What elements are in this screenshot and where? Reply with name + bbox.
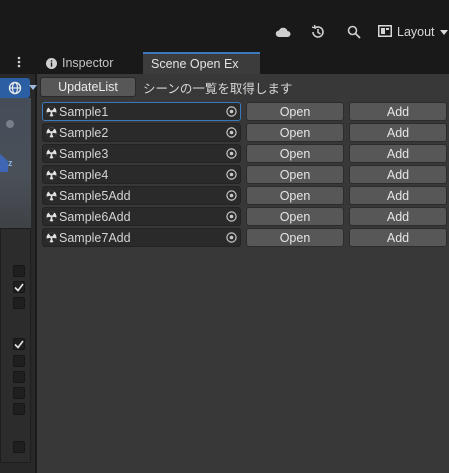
- chevron-down-icon: [29, 85, 37, 91]
- add-scene-button[interactable]: Add: [349, 123, 447, 142]
- scene-object-field[interactable]: Sample7Add: [42, 228, 241, 247]
- checkmark-icon: [14, 340, 24, 349]
- hint-text: シーンの一覧を取得します: [143, 82, 293, 96]
- scene-asset-icon: [46, 190, 57, 201]
- scene-object-field[interactable]: Sample5Add: [42, 186, 241, 205]
- add-scene-button[interactable]: Add: [349, 186, 447, 205]
- tab-scene-open-label: Scene Open Ex: [151, 57, 239, 71]
- object-picker-icon[interactable]: [226, 148, 237, 159]
- scene-row: Sample5Add Open Add: [42, 186, 447, 205]
- cloud-icon[interactable]: [273, 22, 293, 42]
- scene-name: Sample4: [59, 167, 109, 182]
- editor-window: Layout Inspector Scene Open Ex z UpdateL…: [0, 0, 449, 473]
- scene-object-field[interactable]: Sample3: [42, 144, 241, 163]
- more-options-icon[interactable]: [13, 54, 25, 70]
- visibility-checkbox[interactable]: [13, 371, 25, 383]
- scene-row: Sample7Add Open Add: [42, 228, 447, 247]
- scene-object-field[interactable]: Sample2: [42, 123, 241, 142]
- object-picker-icon[interactable]: [226, 190, 237, 201]
- scene-asset-icon: [46, 106, 57, 117]
- tab-scene-open-ex[interactable]: Scene Open Ex: [143, 52, 260, 74]
- search-icon[interactable]: [344, 22, 364, 42]
- scene-name: Sample3: [59, 146, 109, 161]
- visibility-checkbox[interactable]: [13, 338, 25, 350]
- gizmo-toggle-button[interactable]: [0, 78, 37, 98]
- object-picker-icon[interactable]: [226, 169, 237, 180]
- top-toolbar: Layout: [0, 0, 449, 50]
- object-picker-icon[interactable]: [226, 127, 237, 138]
- left-panel: z: [0, 74, 37, 473]
- add-scene-button[interactable]: Add: [349, 144, 447, 163]
- visibility-checkbox[interactable]: [13, 441, 25, 453]
- scene-row: Sample6Add Open Add: [42, 207, 447, 226]
- axis-gizmo-cone: [0, 154, 8, 172]
- scene-name: Sample1: [59, 104, 109, 119]
- scene-row: Sample4 Open Add: [42, 165, 447, 184]
- add-scene-button[interactable]: Add: [349, 228, 447, 247]
- scene-open-ex-panel: UpdateList シーンの一覧を取得します Sample1 Open Add Sa…: [37, 74, 449, 473]
- open-scene-button[interactable]: Open: [246, 102, 344, 121]
- visibility-checkbox[interactable]: [13, 355, 25, 367]
- scene-object-field[interactable]: Sample6Add: [42, 207, 241, 226]
- visibility-checkbox[interactable]: [13, 297, 25, 309]
- scene-gizmo-dot: [6, 120, 14, 128]
- object-picker-icon[interactable]: [226, 232, 237, 243]
- scene-name: Sample6Add: [59, 209, 131, 224]
- info-icon: [46, 57, 57, 69]
- layout-label: Layout: [397, 25, 435, 39]
- chevron-down-icon: [439, 25, 448, 39]
- add-scene-button[interactable]: Add: [349, 102, 447, 121]
- add-scene-button[interactable]: Add: [349, 165, 447, 184]
- update-list-button[interactable]: UpdateList: [40, 77, 136, 97]
- open-scene-button[interactable]: Open: [246, 186, 344, 205]
- scene-asset-icon: [46, 148, 57, 159]
- open-scene-button[interactable]: Open: [246, 165, 344, 184]
- scene-asset-icon: [46, 127, 57, 138]
- scene-asset-icon: [46, 211, 57, 222]
- history-icon[interactable]: [308, 22, 328, 42]
- open-scene-button[interactable]: Open: [246, 207, 344, 226]
- tab-inspector-label: Inspector: [62, 56, 114, 70]
- visibility-checkbox[interactable]: [13, 403, 25, 415]
- layout-dropdown[interactable]: Layout: [378, 22, 448, 42]
- scene-row: Sample3 Open Add: [42, 144, 447, 163]
- object-picker-icon[interactable]: [226, 106, 237, 117]
- layout-icon: [378, 24, 392, 40]
- open-scene-button[interactable]: Open: [246, 228, 344, 247]
- visibility-checkbox[interactable]: [13, 281, 25, 293]
- hierarchy-list: [0, 228, 31, 463]
- axis-z-label: z: [8, 158, 13, 168]
- tab-strip: Inspector Scene Open Ex: [0, 50, 449, 74]
- globe-icon: [8, 81, 22, 95]
- visibility-checkbox[interactable]: [13, 387, 25, 399]
- scene-name: Sample7Add: [59, 230, 131, 245]
- open-scene-button[interactable]: Open: [246, 144, 344, 163]
- scene-asset-icon: [46, 232, 57, 243]
- scene-name: Sample2: [59, 125, 109, 140]
- tab-inspector[interactable]: Inspector: [38, 52, 142, 74]
- scene-row: Sample1 Open Add: [42, 102, 447, 121]
- scene-name: Sample5Add: [59, 188, 131, 203]
- open-scene-button[interactable]: Open: [246, 123, 344, 142]
- scene-object-field[interactable]: Sample4: [42, 165, 241, 184]
- add-scene-button[interactable]: Add: [349, 207, 447, 226]
- visibility-checkbox[interactable]: [13, 265, 25, 277]
- checkmark-icon: [14, 283, 24, 292]
- scene-asset-icon: [46, 169, 57, 180]
- scene-row: Sample2 Open Add: [42, 123, 447, 142]
- object-picker-icon[interactable]: [226, 211, 237, 222]
- scene-object-field[interactable]: Sample1: [42, 102, 241, 121]
